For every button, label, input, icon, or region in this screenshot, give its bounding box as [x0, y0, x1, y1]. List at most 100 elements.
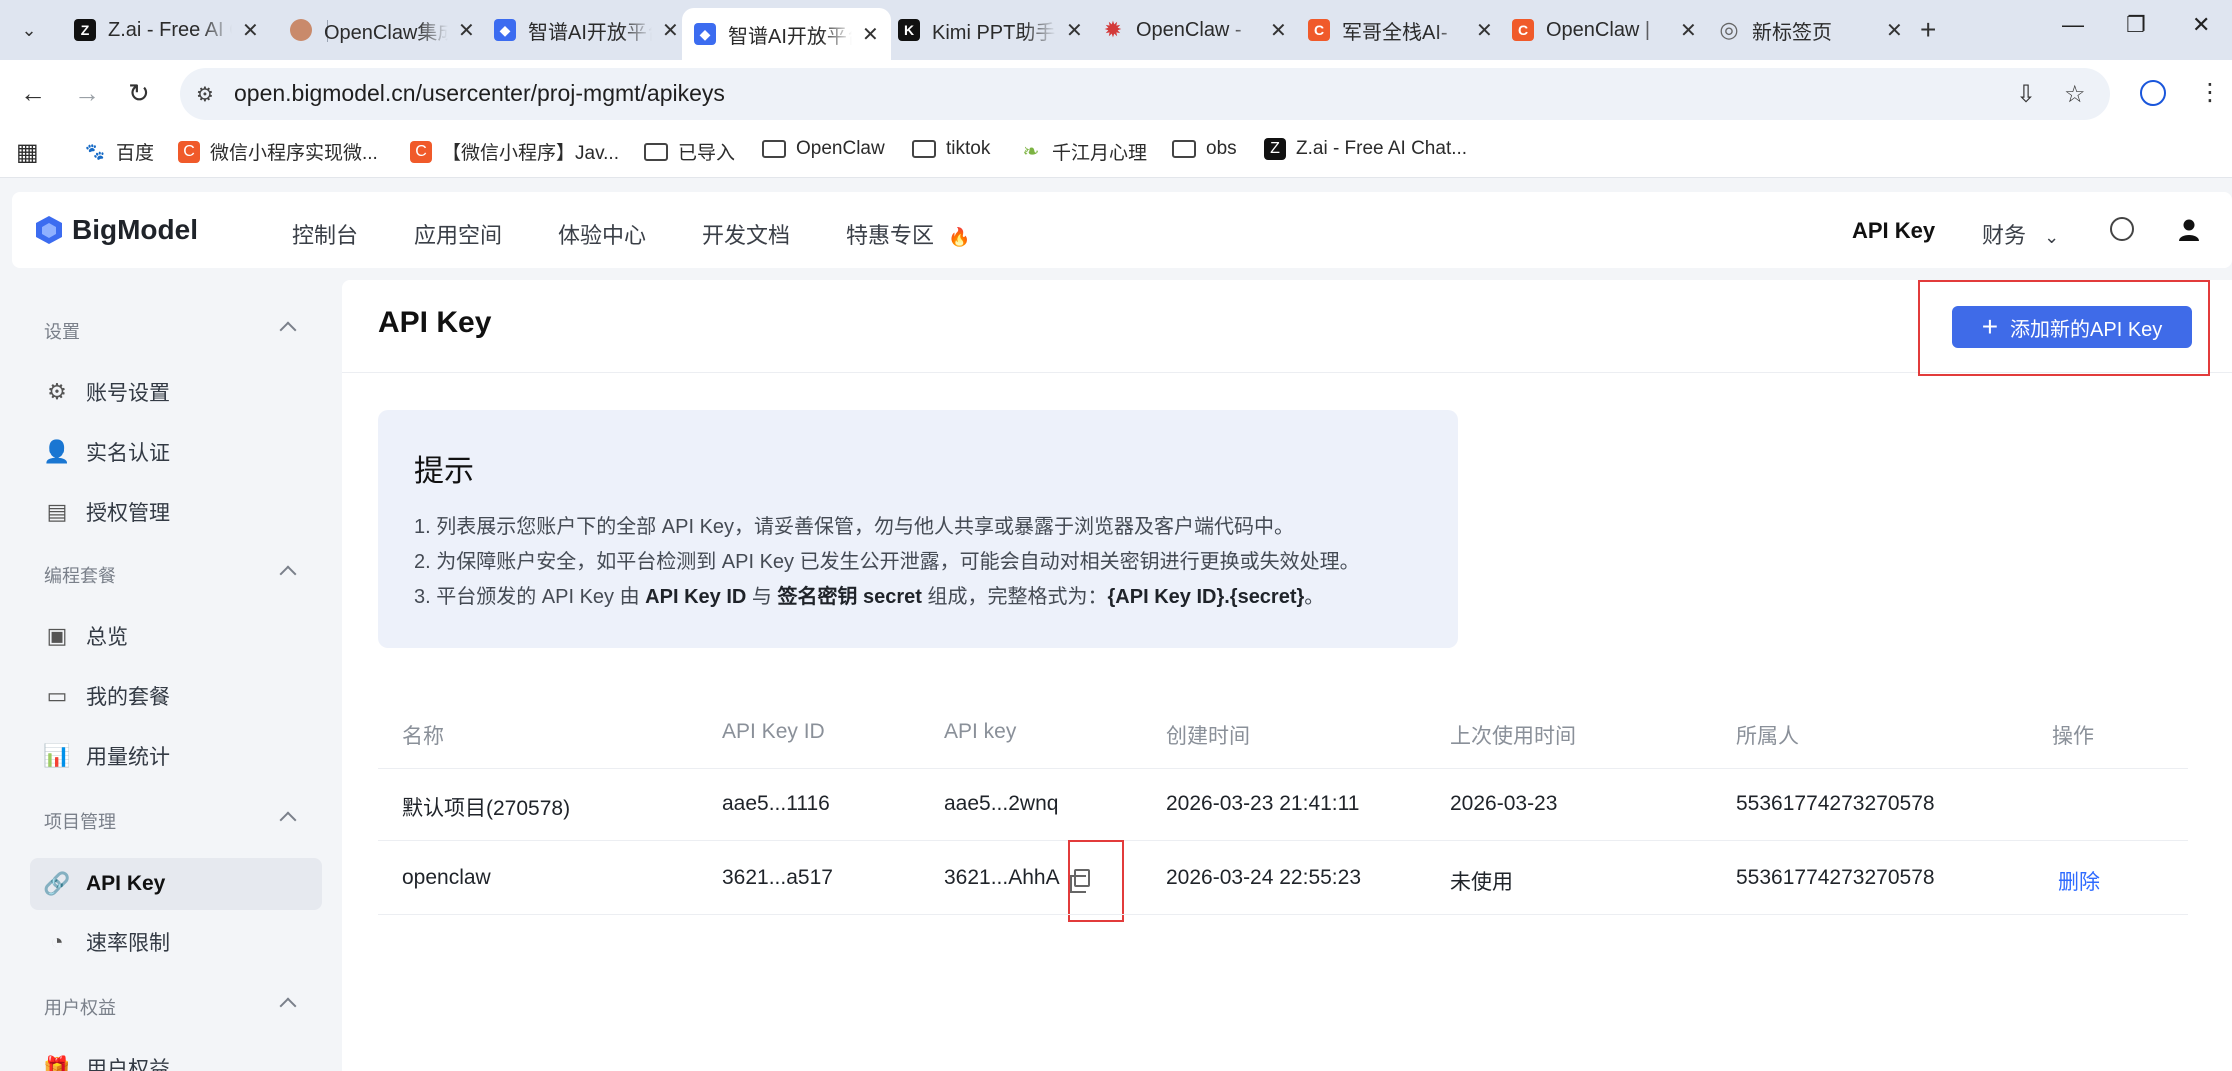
highlight-box-copy-icon — [1068, 840, 1124, 922]
user-icon[interactable] — [2178, 218, 2200, 242]
bigmodel-logo-icon[interactable] — [34, 215, 64, 245]
back-arrow-icon[interactable]: ← — [20, 78, 46, 109]
column-header-name: 名称 — [402, 725, 444, 748]
sidebar-item-account-settings[interactable]: ⚙ 账号设置 — [30, 366, 322, 418]
nav-special-offers[interactable]: 特惠专区 🔥 — [846, 218, 971, 250]
sidebar-item-label: 我的套餐 — [86, 686, 170, 709]
folder-icon — [1172, 140, 1196, 158]
restore-icon[interactable]: ❐ — [2126, 12, 2146, 38]
nav-api-key[interactable]: API Key — [1852, 218, 1935, 244]
install-app-icon[interactable]: ⇩ — [2016, 80, 2036, 109]
sidebar-item-real-name[interactable]: 👤 实名认证 — [30, 426, 322, 478]
browser-tab[interactable]: ✹ OpenClaw - ✕ — [1090, 8, 1299, 52]
folder-icon — [644, 142, 668, 161]
nav-app-space[interactable]: 应用空间 — [414, 218, 502, 250]
close-tab-icon[interactable]: ✕ — [242, 18, 259, 43]
tip-line-1: 1. 列表展示您账户下的全部 API Key，请妥善保管，勿与他人共享或暴露于浏… — [414, 516, 1295, 538]
table-cell-created: 2026-03-23 21:41:11 — [1166, 792, 1360, 815]
bookmark-item[interactable]: C 【微信小程序】Jav... — [410, 138, 619, 165]
browser-tab[interactable]: OpenClaw集成 ✕ — [278, 8, 487, 52]
url-text[interactable]: open.bigmodel.cn/usercenter/proj-mgmt/ap… — [234, 80, 725, 107]
tip-text: 与 — [746, 586, 778, 608]
close-tab-icon[interactable]: ✕ — [1476, 18, 1493, 43]
close-tab-icon[interactable]: ✕ — [1886, 18, 1903, 43]
tip-line-3: 3. 平台颁发的 API Key 由 API Key ID 与 签名密钥 sec… — [414, 580, 1324, 609]
folder-icon — [912, 140, 936, 158]
bookmark-baidu[interactable]: 🐾 百度 — [84, 138, 154, 165]
bookmark-label: 千江月心理 — [1052, 143, 1148, 164]
sidebar-section-settings[interactable]: 设置 — [44, 318, 80, 344]
sidebar-item-api-key[interactable]: 🔗 API Key — [30, 858, 322, 910]
nav-experience-center[interactable]: 体验中心 — [558, 218, 646, 250]
bookmark-folder[interactable]: tiktok — [912, 138, 990, 160]
column-header-api-key: API key — [944, 720, 1017, 743]
bigmodel-logo-icon: ◆ — [694, 23, 716, 45]
leaf-icon: ❧ — [1022, 141, 1040, 163]
close-window-icon[interactable]: ✕ — [2192, 12, 2210, 38]
sidebar-section-coding-plan[interactable]: 编程套餐 — [44, 562, 116, 588]
brand-name[interactable]: BigModel — [72, 214, 198, 246]
close-tab-icon[interactable]: ✕ — [1680, 18, 1697, 43]
bookmark-folder[interactable]: obs — [1172, 138, 1237, 160]
site-info-icon[interactable]: ⚙ — [196, 82, 214, 107]
sidebar-item-user-benefits[interactable]: 🎁 用户权益 — [30, 1042, 322, 1071]
sidebar-item-rate-limit[interactable]: ◔ 速率限制 — [30, 916, 322, 968]
profile-icon[interactable] — [2140, 80, 2166, 106]
browser-tab[interactable]: ◆ 智谱AI开放平台 ✕ — [482, 8, 691, 52]
browser-tab-active[interactable]: ◆ 智谱AI开放平台 ✕ — [682, 8, 891, 60]
globe-icon[interactable] — [2110, 217, 2134, 241]
forward-arrow-icon[interactable]: → — [74, 78, 100, 109]
csdn-logo-icon: C — [1512, 19, 1534, 41]
sidebar-item-overview[interactable]: ▣ 总览 — [30, 610, 322, 662]
column-header-actions: 操作 — [2052, 725, 2094, 748]
sidebar-item-authorization[interactable]: ▤ 授权管理 — [30, 486, 322, 538]
close-tab-icon[interactable]: ✕ — [862, 22, 879, 47]
browser-tab[interactable]: Z Z.ai - Free AI Chatbot ✕ — [62, 8, 271, 52]
browser-tab[interactable]: K Kimi PPT助手 ✕ — [886, 8, 1095, 52]
nav-console[interactable]: 控制台 — [292, 218, 358, 250]
key-link-icon: 🔗 — [43, 871, 71, 896]
bookmark-label: OpenClaw — [796, 138, 885, 159]
table-cell-api-key: 3621...AhhA — [944, 866, 1060, 889]
browser-tab[interactable]: ◎ 新标签页 ✕ — [1706, 8, 1915, 52]
sidebar-section-user-benefits[interactable]: 用户权益 — [44, 994, 116, 1020]
tip-bold: API Key ID — [645, 586, 747, 608]
apps-grid-icon[interactable]: ▦ — [16, 138, 39, 167]
tab-title: 智谱AI开放平台 — [728, 25, 852, 48]
nav-finance[interactable]: 财务 ⌄ — [1982, 218, 2059, 250]
chrome-logo-icon: ◎ — [1719, 17, 1739, 42]
browser-tab[interactable]: C OpenClaw | ✕ — [1500, 8, 1709, 52]
tip-bold: {API Key ID}.{secret} — [1107, 586, 1305, 608]
table-divider — [378, 840, 2188, 841]
table-cell-name: 默认项目(270578) — [402, 797, 571, 820]
tab-title: OpenClaw集成 — [324, 21, 448, 44]
bookmark-item[interactable]: Z Z.ai - Free AI Chat... — [1264, 138, 1467, 160]
bookmark-label: Z.ai - Free AI Chat... — [1296, 138, 1468, 159]
tab-title: Z.ai - Free AI Chatbot — [108, 18, 232, 41]
close-tab-icon[interactable]: ✕ — [1066, 18, 1083, 43]
sidebar-section-project-mgmt[interactable]: 项目管理 — [44, 808, 116, 834]
z-logo-icon: Z — [74, 19, 96, 41]
tab-search-chevron-icon[interactable]: ⌄ — [14, 12, 44, 48]
bookmark-item[interactable]: ❧ 千江月心理 — [1020, 138, 1147, 165]
delete-link[interactable]: 删除 — [2058, 866, 2100, 896]
nav-dev-docs[interactable]: 开发文档 — [702, 218, 790, 250]
new-tab-plus-icon[interactable]: + — [1920, 14, 1936, 46]
minimize-icon[interactable]: — — [2062, 12, 2084, 38]
csdn-icon: C — [178, 140, 200, 163]
sidebar-item-label: 速率限制 — [86, 932, 170, 955]
bookmark-folder[interactable]: OpenClaw — [762, 138, 885, 160]
reload-icon[interactable]: ↻ — [128, 78, 150, 109]
browser-menu-icon[interactable]: ⋮ — [2198, 78, 2222, 107]
bookmark-item[interactable]: C 微信小程序实现微... — [178, 138, 378, 165]
bookmark-star-icon[interactable]: ☆ — [2064, 80, 2086, 109]
browser-tab[interactable]: C 军哥全栈AI- ✕ — [1296, 8, 1505, 52]
sidebar-item-usage-stats[interactable]: 📊 用量统计 — [30, 730, 322, 782]
close-tab-icon[interactable]: ✕ — [662, 18, 679, 43]
close-tab-icon[interactable]: ✕ — [458, 18, 475, 43]
claw-logo-icon: ✹ — [1103, 17, 1123, 42]
sidebar-item-my-plan[interactable]: ▭ 我的套餐 — [30, 670, 322, 722]
close-tab-icon[interactable]: ✕ — [1270, 18, 1287, 43]
bookmark-folder[interactable]: 已导入 — [644, 138, 735, 165]
bookmark-label: 微信小程序实现微... — [210, 143, 378, 164]
